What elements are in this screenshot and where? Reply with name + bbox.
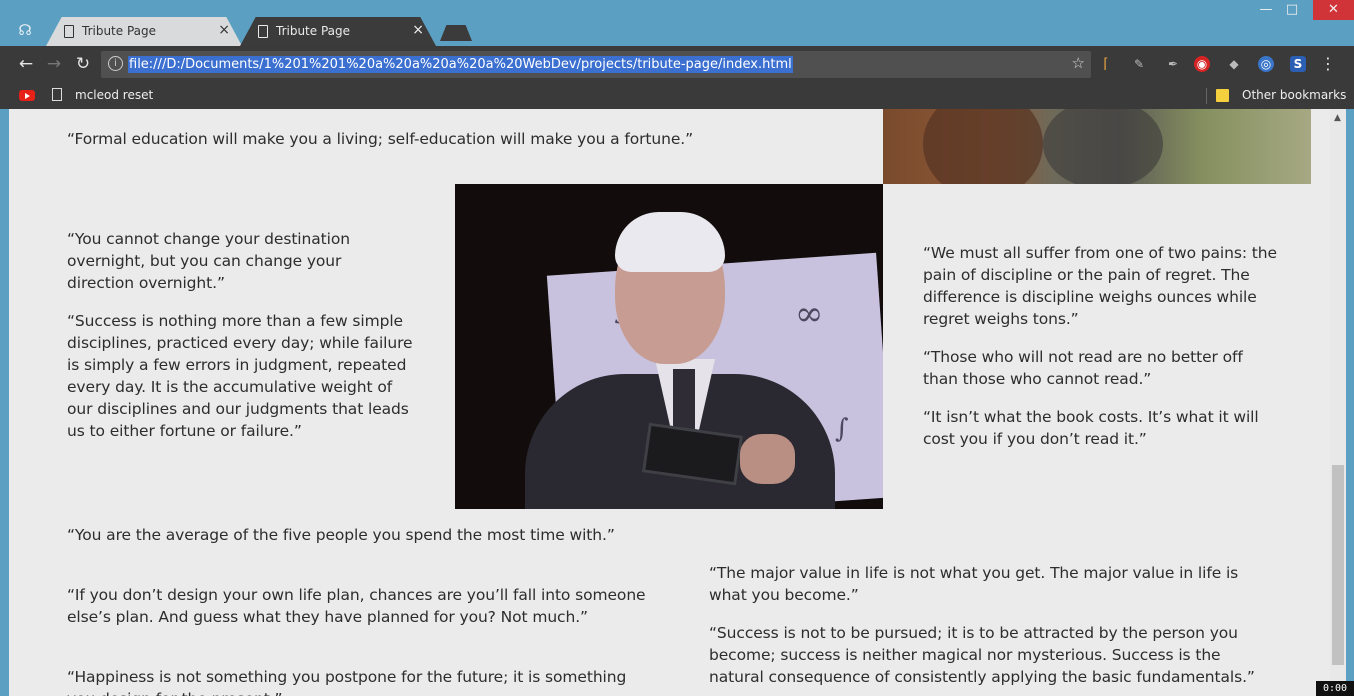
youtube-icon[interactable] bbox=[19, 90, 35, 101]
new-tab-button[interactable] bbox=[440, 25, 472, 41]
url-text[interactable]: file:///D:/Documents/1%201%201%20a%20a%2… bbox=[128, 56, 793, 73]
extension-pen-icon[interactable]: ✎ bbox=[1131, 56, 1147, 72]
browser-toolbar: ← → ↻ i file:///D:/Documents/1%201%201%2… bbox=[0, 46, 1354, 82]
maximize-button[interactable]: □ bbox=[1277, 0, 1307, 20]
back-arrow-icon[interactable]: ← bbox=[14, 52, 38, 76]
tab-title: Tribute Page bbox=[276, 24, 351, 38]
window-titlebar: ☊ Tribute Page × Tribute Page × — □ ✕ bbox=[0, 0, 1354, 46]
quote-life-plan: “If you don’t design your own life plan,… bbox=[67, 586, 646, 626]
extension-shield-icon[interactable]: ◉ bbox=[1194, 56, 1210, 72]
page-icon bbox=[258, 25, 268, 38]
quote-not-read: “Those who will not read are no better o… bbox=[923, 348, 1243, 388]
photo-top-right bbox=[883, 109, 1311, 184]
page-content: “Formal education will make you a living… bbox=[9, 109, 1330, 696]
forward-arrow-icon[interactable]: → bbox=[42, 52, 66, 76]
page-icon bbox=[64, 25, 74, 38]
recording-timer: 0:00 bbox=[1316, 681, 1354, 696]
quote-formal-education: “Formal education will make you a living… bbox=[67, 130, 694, 148]
address-bar[interactable]: i file:///D:/Documents/1%201%201%20a%20a… bbox=[101, 51, 1091, 78]
menu-icon[interactable]: ⋮ bbox=[1320, 54, 1336, 73]
other-bookmarks[interactable]: Other bookmarks bbox=[1242, 88, 1346, 102]
tab-title: Tribute Page bbox=[82, 24, 157, 38]
quote-happiness: “Happiness is not something you postpone… bbox=[67, 668, 627, 696]
page-icon bbox=[52, 88, 62, 101]
jim-rohn-photo: § ∞ ∫ bbox=[455, 184, 883, 509]
close-window-button[interactable]: ✕ bbox=[1313, 0, 1354, 20]
extension-layers-icon[interactable]: ◆ bbox=[1226, 56, 1242, 72]
quote-average-five: “You are the average of the five people … bbox=[67, 526, 615, 544]
extension-bracket-icon[interactable]: ⌈ bbox=[1098, 56, 1114, 72]
quote-book-costs: “It isn’t what the book costs. It’s what… bbox=[923, 408, 1259, 448]
reload-icon[interactable]: ↻ bbox=[71, 52, 95, 76]
folder-icon bbox=[1216, 89, 1229, 102]
tab-tribute-page-2[interactable]: Tribute Page × bbox=[240, 17, 436, 46]
bookmark-mcleod-reset[interactable]: mcleod reset bbox=[75, 88, 153, 102]
star-icon[interactable]: ☆ bbox=[1072, 54, 1085, 72]
extension-circle-icon[interactable]: ◎ bbox=[1258, 56, 1274, 72]
quote-success-disciplines: “Success is nothing more than a few simp… bbox=[67, 312, 413, 440]
scroll-up-arrow-icon[interactable]: ▲ bbox=[1334, 113, 1341, 123]
bookmarks-separator bbox=[1206, 88, 1207, 104]
vertical-scrollbar[interactable]: ▲ bbox=[1330, 109, 1346, 696]
tab-tribute-page-1[interactable]: Tribute Page × bbox=[46, 17, 242, 46]
close-tab-icon[interactable]: × bbox=[412, 22, 424, 38]
quote-success-pursued: “Success is not to be pursued; it is to … bbox=[709, 624, 1255, 686]
extension-s-icon[interactable]: S bbox=[1290, 56, 1306, 72]
incognito-icon: ☊ bbox=[18, 21, 32, 39]
quote-major-value: “The major value in life is not what you… bbox=[709, 564, 1239, 604]
extension-dropper-icon[interactable]: ✒ bbox=[1165, 56, 1181, 72]
close-tab-icon[interactable]: × bbox=[218, 22, 230, 38]
info-icon[interactable]: i bbox=[108, 56, 123, 71]
scrollbar-thumb[interactable] bbox=[1332, 465, 1344, 665]
bookmarks-bar: mcleod reset Other bookmarks bbox=[0, 82, 1354, 109]
quote-change-destination: “You cannot change your destination over… bbox=[67, 230, 350, 292]
quote-two-pains: “We must all suffer from one of two pain… bbox=[923, 244, 1277, 328]
